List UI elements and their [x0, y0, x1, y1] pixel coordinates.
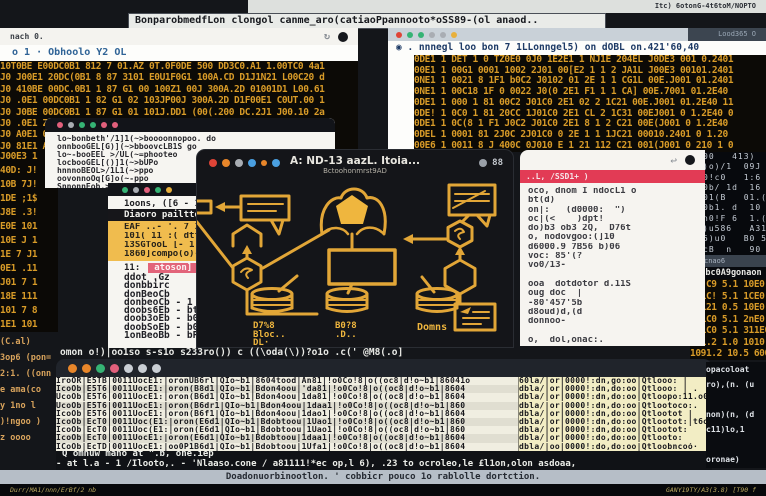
window-dot-icon[interactable] — [440, 32, 446, 38]
window-dot-icon[interactable] — [90, 122, 96, 128]
hexagon-node-left-icon — [233, 258, 261, 290]
window-g-header: ↩ — [520, 150, 705, 170]
info-right: GANY19TY/A3(3.8) [T90 f — [666, 484, 756, 496]
desktop: Itc) 6otonG-4t6toM/NOPTO BonparobmedfLon… — [0, 0, 766, 496]
terminal-output-line: Q omnuw mano at ".b, one.iep — [62, 449, 762, 459]
back-arrow-icon[interactable]: ↩ — [670, 154, 677, 167]
db1-label: DL· — [253, 338, 269, 347]
zoom-icon[interactable] — [144, 187, 150, 193]
window-g-red-banner: ..L, /SSD1+ ) — [520, 170, 705, 183]
window-title-strip: BonparobmedfLon clongol canme_aro(catiao… — [128, 13, 606, 29]
document-card-icon — [455, 304, 495, 330]
minimize-icon[interactable] — [82, 364, 91, 373]
close-icon[interactable] — [122, 187, 128, 193]
window-dot-icon[interactable] — [155, 187, 161, 193]
menubar-text: Itc) 6otonG-4t6toM/NOPTO — [655, 2, 756, 10]
zoom-icon[interactable] — [418, 32, 424, 38]
minimize-icon[interactable] — [133, 187, 139, 193]
minimize-icon[interactable] — [222, 159, 230, 167]
window-b-code[interactable]: 0DE1 1 DET 1 0 TZ0E0 0J0 1E2E1 1 NJ1E 20… — [414, 55, 766, 152]
log-table[interactable]: IroOR|E5TB|0011UocE1:|oronUB6rl|QIo~b1|8… — [56, 377, 712, 451]
record-dot-icon[interactable] — [338, 32, 348, 42]
database-labels: D7%8 Bloc.. DL· B0?8 .D.. Domns — [253, 321, 447, 347]
hexagon-node-right-small-icon — [448, 221, 472, 247]
window-dot-icon[interactable] — [451, 32, 457, 38]
diagram-subtitle: Bctoohonmrst9AD — [197, 167, 513, 175]
window-c-header — [45, 118, 335, 132]
database-icon-1 — [252, 289, 292, 312]
window-d-controls — [122, 187, 172, 193]
window-dot-icon[interactable] — [166, 187, 172, 193]
window-b-controls — [396, 32, 457, 38]
close-icon[interactable] — [209, 159, 217, 167]
bracket-node — [233, 225, 261, 246]
window-dot-icon[interactable] — [112, 122, 118, 128]
diagram-badge: 88 — [479, 158, 503, 168]
window-dot-icon[interactable] — [248, 159, 256, 167]
badge-dot-icon — [479, 159, 487, 167]
db2-label: .D.. — [335, 330, 357, 340]
bottom-info-bar: Durr/MA1/nnn/ErBf/2 nb GANY19TY/A3(3.8) … — [0, 484, 766, 496]
database-icon-3 — [417, 289, 457, 312]
process-box — [329, 250, 395, 284]
terminal-output-line: - at l.a - 1 /Ilooto,. - 'Nlaaso.cone / … — [56, 459, 766, 469]
window-dot-icon[interactable] — [138, 364, 147, 373]
person-node-icon — [321, 189, 385, 234]
close-icon[interactable] — [396, 32, 402, 38]
close-icon[interactable] — [57, 122, 63, 128]
chat-bubble-left-icon — [241, 196, 289, 234]
left-snippet-column: (C.al)3op6 (pon=2:1. ((onne ama(coy 1no … — [0, 334, 58, 470]
status-bar: Doadonuorbinootlon. ' cobbicr pouco 1o r… — [0, 470, 766, 484]
right-terminal-column: 00 413))o)/1 09J0!c0 1:60b/ 1d 1601(B 01… — [700, 152, 766, 255]
mid-code-line: omon o!)|oo1so s-s1o s233ro()) c ((\oda(… — [60, 347, 766, 359]
window-notes-right: ↩ ..L, /SSD1+ ) oco, dnom I ndocL1 obt(d… — [520, 150, 705, 346]
window-dot-icon[interactable] — [261, 160, 267, 166]
window-dot-icon[interactable] — [152, 364, 161, 373]
zoom-icon[interactable] — [79, 122, 85, 128]
window-dot-icon[interactable] — [101, 122, 107, 128]
window-g-code[interactable]: oco, dnom I ndocL1 obt(d)on|: (d0000: ")… — [520, 183, 705, 345]
info-left: Durr/MA1/nnn/ErBf/2 nb — [10, 484, 96, 496]
title-strip-text: BonparobmedfLon clongol canme_aro(catiao… — [135, 15, 538, 26]
window-dot-icon[interactable] — [429, 32, 435, 38]
window-b-header-label: Lood365 O — [688, 28, 766, 41]
badge-count: 88 — [492, 158, 503, 168]
window-dot-icon[interactable] — [272, 159, 280, 167]
window-a-actions: ↻ — [324, 31, 348, 42]
record-dot-icon[interactable] — [685, 155, 695, 165]
hexagon-node-right-big-icon — [445, 260, 475, 294]
top-menubar: Itc) 6otonG-4t6toM/NOPTO — [248, 0, 766, 13]
log-table-right-panel: 60la/|or|0000!:dn,go:oo|Qtlooo: |dbla/|o… — [518, 377, 709, 451]
window-b-header: Lood365 O — [388, 28, 766, 41]
db3-label: Domns — [417, 322, 447, 333]
window-a-title: nach 0. — [10, 32, 44, 41]
refresh-icon[interactable]: ↻ — [324, 31, 330, 42]
close-icon[interactable] — [68, 364, 77, 373]
window-c-controls — [57, 122, 118, 128]
zoom-icon[interactable] — [235, 159, 243, 167]
flowchart-canvas[interactable]: D7%8 Bloc.. DL· B0?8 .D.. Domns — [197, 182, 513, 347]
log-table-left: IroOR|E5TB|0011UocE1:|oronUB6rl|QIo~b1|8… — [56, 377, 518, 451]
window-f-header — [56, 359, 712, 377]
diagram-header: A: ND-13 aazL. Itoia... Bctoohonmrst9AD … — [197, 150, 513, 182]
window-diagram: A: ND-13 aazL. Itoia... Bctoohonmrst9AD … — [197, 150, 513, 347]
window-a-header: nach 0. ↻ — [0, 28, 358, 45]
window-f-controls — [68, 364, 161, 373]
chat-bubble-right-icon — [449, 185, 495, 226]
minimize-icon[interactable] — [68, 122, 74, 128]
window-dot-icon[interactable] — [110, 364, 119, 373]
window-top-right: Lood365 O ◉ . nnnegl loo bon 7 1LLonngel… — [388, 28, 766, 152]
zoom-icon[interactable] — [96, 364, 105, 373]
diagram-controls — [209, 159, 280, 167]
window-a-subheader: o 1 · Obhoolo Y2 OL — [0, 45, 358, 61]
minimize-icon[interactable] — [407, 32, 413, 38]
window-b-subheader: ◉ . nnnegl loo bon 7 1LLonngel5) on dOBL… — [388, 41, 766, 55]
window-dot-icon[interactable] — [124, 364, 133, 373]
edge-node — [197, 201, 211, 213]
